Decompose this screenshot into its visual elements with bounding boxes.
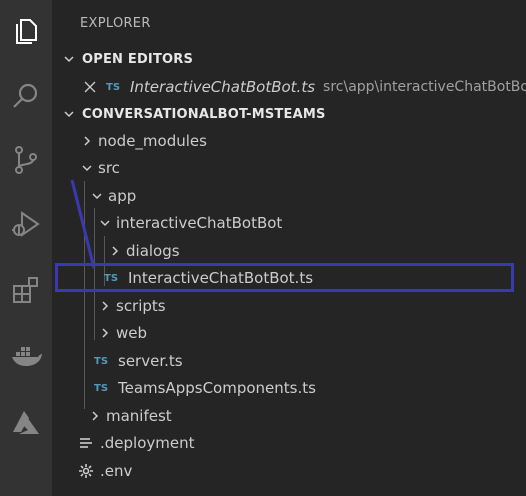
- tree-label: scripts: [116, 297, 166, 315]
- chevron-down-icon: [62, 107, 76, 121]
- chevron-right-icon: [98, 326, 112, 340]
- tree-folder-src[interactable]: src: [52, 157, 526, 179]
- search-icon[interactable]: [10, 80, 42, 112]
- lines-file-icon: [78, 435, 94, 451]
- close-icon[interactable]: [82, 79, 98, 95]
- chevron-down-icon: [98, 216, 112, 230]
- highlight-box: [55, 263, 514, 292]
- tree-file-env[interactable]: .env: [52, 460, 526, 482]
- chevron-right-icon: [108, 244, 122, 258]
- tree-folder-scripts[interactable]: scripts: [52, 295, 526, 317]
- tree-folder-dialogs[interactable]: dialogs: [52, 240, 526, 262]
- gear-icon: [78, 463, 94, 479]
- open-editors-label: OPEN EDITORS: [82, 51, 194, 67]
- tree-label: web: [116, 324, 148, 342]
- open-editor-path: src\app\interactiveChatBotBot: [323, 79, 526, 95]
- tree-label: server.ts: [118, 352, 183, 370]
- explorer-icon[interactable]: [10, 14, 42, 46]
- tree-label: .deployment: [100, 434, 195, 452]
- open-editors-header[interactable]: OPEN EDITORS: [52, 48, 526, 70]
- tree-file-teamsappscomponents-ts[interactable]: TS TeamsAppsComponents.ts: [52, 377, 526, 399]
- tree-file-deployment[interactable]: .deployment: [52, 432, 526, 454]
- tree-label: interactiveChatBotBot: [116, 214, 283, 232]
- run-debug-icon[interactable]: [10, 208, 42, 240]
- tree-folder-node-modules[interactable]: node_modules: [52, 130, 526, 152]
- tree-folder-interactivechatbotbot[interactable]: interactiveChatBotBot: [52, 212, 526, 234]
- tree-folder-app[interactable]: app: [52, 185, 526, 207]
- workspace-label: CONVERSATIONALBOT-MSTEAMS: [82, 106, 326, 122]
- source-control-icon[interactable]: [10, 144, 42, 176]
- tree-label: dialogs: [126, 242, 180, 260]
- activity-bar: [0, 0, 52, 496]
- tree-label: TeamsAppsComponents.ts: [118, 379, 316, 397]
- extensions-icon[interactable]: [10, 274, 42, 306]
- chevron-right-icon: [88, 409, 102, 423]
- typescript-icon: TS: [94, 382, 109, 394]
- tree-label: manifest: [106, 407, 172, 425]
- azure-icon[interactable]: [10, 406, 42, 438]
- tree-folder-manifest[interactable]: manifest: [52, 405, 526, 427]
- chevron-right-icon: [80, 134, 94, 148]
- tree-file-server-ts[interactable]: TS server.ts: [52, 350, 526, 372]
- chevron-down-icon: [80, 161, 94, 175]
- typescript-icon: TS: [94, 355, 109, 367]
- tree-label: src: [98, 159, 120, 177]
- workspace-header[interactable]: CONVERSATIONALBOT-MSTEAMS: [52, 103, 526, 125]
- chevron-down-icon: [90, 189, 104, 203]
- open-editor-filename: InteractiveChatBotBot.ts: [130, 78, 316, 96]
- explorer-title: EXPLORER: [80, 16, 151, 31]
- tree-label: .env: [100, 462, 133, 480]
- explorer-sidebar: EXPLORER OPEN EDITORS TS InteractiveChat…: [52, 0, 526, 496]
- tree-label: node_modules: [98, 132, 207, 150]
- tree-label: app: [108, 187, 137, 205]
- tree-folder-web[interactable]: web: [52, 322, 526, 344]
- chevron-down-icon: [62, 52, 76, 66]
- chevron-right-icon: [98, 299, 112, 313]
- docker-icon[interactable]: [10, 340, 42, 372]
- typescript-icon: TS: [106, 81, 121, 93]
- open-editor-item[interactable]: TS InteractiveChatBotBot.ts src\app\inte…: [52, 76, 526, 98]
